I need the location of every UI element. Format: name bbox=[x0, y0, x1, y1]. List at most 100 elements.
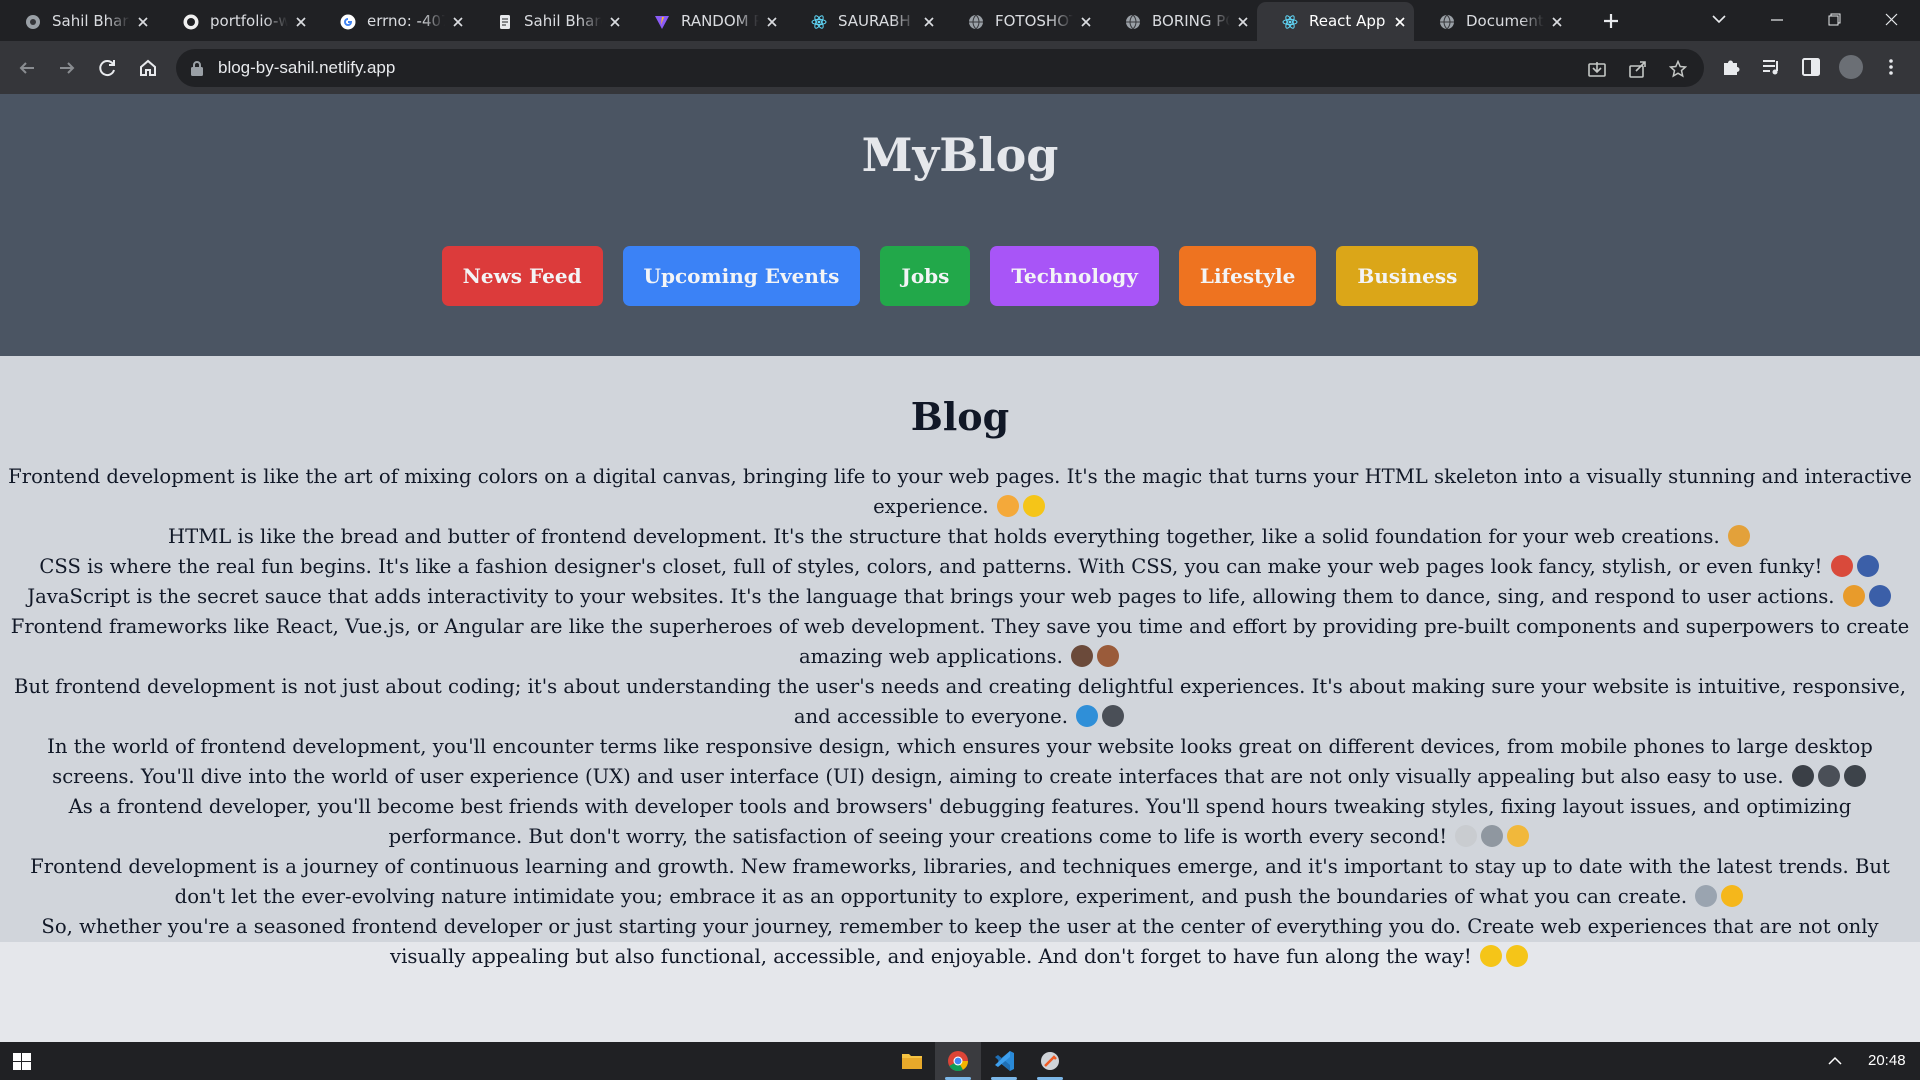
tab-title: BORING PC bbox=[1152, 12, 1230, 30]
github-icon bbox=[183, 14, 199, 30]
close-window-button[interactable] bbox=[1863, 0, 1920, 41]
react-icon bbox=[1282, 15, 1298, 29]
paragraph-text: But frontend development is not just abo… bbox=[14, 675, 1906, 728]
browser-tab[interactable]: RANDOM P bbox=[629, 2, 786, 41]
close-icon[interactable] bbox=[294, 15, 308, 29]
profile-avatar[interactable] bbox=[1839, 55, 1863, 79]
tab-title: FOTOSHOT bbox=[995, 12, 1073, 30]
tab-search-button[interactable] bbox=[1690, 0, 1748, 41]
category-button-lifestyle[interactable]: Lifestyle bbox=[1178, 246, 1317, 306]
address-bar[interactable]: blog-by-sahil.netlify.app bbox=[176, 49, 1704, 87]
arrow-right-icon bbox=[60, 62, 75, 74]
sparkles-emoji bbox=[1022, 495, 1045, 517]
more-menu-icon[interactable] bbox=[1880, 56, 1902, 78]
browser-tab[interactable]: FOTOSHOT bbox=[943, 2, 1100, 41]
paragraph-text: In the world of frontend development, yo… bbox=[47, 735, 1873, 788]
browser-tab[interactable]: Document bbox=[1414, 2, 1571, 41]
windows-logo-icon bbox=[13, 1053, 31, 1070]
browser-tab[interactable]: BORING PC bbox=[1100, 2, 1257, 41]
sparkle-burst-emoji bbox=[1721, 885, 1744, 907]
blog-paragraph: CSS is where the real fun begins. It's l… bbox=[4, 552, 1916, 582]
tab-title: errno: -4077 bbox=[367, 12, 445, 30]
taskbar-vscode[interactable] bbox=[981, 1042, 1027, 1080]
close-icon bbox=[1885, 13, 1898, 26]
browser-tab[interactable]: errno: -4077 bbox=[315, 2, 472, 41]
restore-icon bbox=[1828, 13, 1841, 26]
media-controls-icon[interactable] bbox=[1760, 56, 1782, 78]
category-button-upcoming-events[interactable]: Upcoming Events bbox=[622, 246, 861, 306]
chevron-down-icon bbox=[1712, 15, 1726, 24]
category-button-technology[interactable]: Technology bbox=[990, 246, 1159, 306]
category-button-business[interactable]: Business bbox=[1336, 246, 1479, 306]
paragraph-text: Frontend development is a journey of con… bbox=[30, 855, 1890, 908]
bread-emoji bbox=[1727, 525, 1750, 547]
document-icon bbox=[500, 15, 510, 29]
taskbar-postman[interactable] bbox=[1027, 1042, 1073, 1080]
close-icon[interactable] bbox=[765, 15, 779, 29]
browser-tab[interactable]: portfolio-website bbox=[158, 2, 315, 41]
close-icon[interactable] bbox=[1393, 15, 1407, 29]
site-header: MyBlog News Feed Upcoming Events Jobs Techn… bbox=[0, 94, 1920, 356]
forward-button[interactable] bbox=[53, 54, 81, 82]
paragraph-text: CSS is where the real fun begins. It's l… bbox=[39, 555, 1823, 578]
share-icon[interactable] bbox=[1629, 60, 1647, 78]
paragraph-text: Frontend frameworks like React, Vue.js, … bbox=[10, 615, 1910, 668]
flexed-biceps-emoji bbox=[1507, 825, 1530, 847]
category-button-jobs[interactable]: Jobs bbox=[880, 246, 971, 306]
laptop-emoji bbox=[1817, 765, 1840, 787]
paragraph-text: HTML is like the bread and butter of fro… bbox=[168, 525, 1720, 548]
category-button-news-feed[interactable]: News Feed bbox=[441, 246, 603, 306]
blog-paragraph: JavaScript is the secret sauce that adds… bbox=[4, 582, 1916, 612]
close-icon[interactable] bbox=[136, 15, 150, 29]
generic-page-icon bbox=[26, 15, 40, 29]
start-button[interactable] bbox=[0, 1042, 46, 1080]
blog-section: Blog Frontend development is like the ar… bbox=[0, 356, 1920, 968]
browser-tab[interactable]: React App bbox=[1257, 2, 1414, 41]
home-icon bbox=[140, 59, 156, 76]
restore-button[interactable] bbox=[1806, 0, 1863, 41]
close-icon[interactable] bbox=[1079, 15, 1093, 29]
blog-paragraphs: Frontend development is like the art of … bbox=[4, 462, 1916, 972]
windows-taskbar: 20:48 bbox=[0, 1042, 1920, 1080]
taskbar-chrome[interactable] bbox=[935, 1042, 981, 1080]
side-panel-icon[interactable] bbox=[1800, 56, 1822, 78]
close-icon[interactable] bbox=[922, 15, 936, 29]
back-button[interactable] bbox=[13, 54, 41, 82]
plus-icon bbox=[1604, 14, 1618, 28]
laptop-emoji bbox=[1102, 705, 1125, 727]
browser-toolbar: blog-by-sahil.netlify.app bbox=[0, 41, 1920, 94]
new-tab-button[interactable] bbox=[1597, 7, 1625, 35]
tab-title: Document bbox=[1466, 12, 1544, 30]
file-explorer-icon bbox=[902, 1054, 922, 1069]
blog-paragraph: Frontend development is a journey of con… bbox=[4, 852, 1916, 912]
taskbar-file-explorer[interactable] bbox=[889, 1042, 935, 1080]
home-button[interactable] bbox=[134, 54, 162, 82]
dancer-emoji bbox=[1830, 555, 1853, 577]
reload-button[interactable] bbox=[93, 54, 121, 82]
browser-tab[interactable]: Sahil Bhardwaj bbox=[0, 2, 157, 41]
chrome-icon bbox=[948, 1051, 969, 1072]
globe-icon bbox=[969, 14, 983, 30]
url-text: blog-by-sahil.netlify.app bbox=[218, 58, 396, 77]
man-dancing-emoji bbox=[1868, 585, 1891, 607]
close-icon[interactable] bbox=[1550, 15, 1564, 29]
sparkles-emoji bbox=[1505, 945, 1528, 967]
close-icon[interactable] bbox=[451, 15, 465, 29]
vscode-icon bbox=[995, 1051, 1014, 1071]
chevron-up-icon bbox=[1828, 1056, 1842, 1065]
close-icon[interactable] bbox=[608, 15, 622, 29]
close-icon[interactable] bbox=[1236, 15, 1250, 29]
paragraph-text: Frontend development is like the art of … bbox=[8, 465, 1912, 518]
bookmark-star-icon[interactable] bbox=[1669, 60, 1687, 78]
install-app-icon[interactable] bbox=[1588, 60, 1606, 78]
browser-tab[interactable]: SAURABH G bbox=[786, 2, 943, 41]
extensions-puzzle-icon[interactable] bbox=[1720, 56, 1742, 78]
system-clock[interactable]: 20:48 bbox=[1868, 1052, 1906, 1069]
postman-icon bbox=[1041, 1052, 1059, 1070]
supervillain-emoji bbox=[1097, 645, 1120, 667]
browser-tab[interactable]: Sahil Bhardwaj bbox=[472, 2, 629, 41]
minimize-button[interactable] bbox=[1748, 0, 1806, 41]
site-title: MyBlog bbox=[861, 128, 1059, 182]
system-tray-button[interactable] bbox=[1823, 1042, 1847, 1080]
rocket-emoji bbox=[1695, 885, 1718, 907]
